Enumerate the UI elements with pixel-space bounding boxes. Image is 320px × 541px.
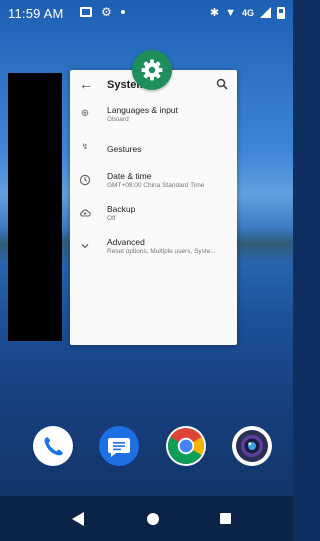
signal-icon [260,7,271,18]
system-icons: ✱ ▼ 4G [210,6,285,19]
network-type-label: 4G [241,7,254,18]
gear-icon: ⚙ [101,5,112,19]
search-icon[interactable] [216,78,228,90]
chrome-icon [167,428,205,465]
wifi-icon: ▼ [225,6,236,19]
phone-icon [44,437,63,456]
item-title: Date & time [107,171,152,181]
chrome-app-icon[interactable] [166,426,206,466]
clock-icon [79,174,91,186]
list-item-gestures[interactable]: ↯ Gestures [70,133,237,166]
item-subtitle: Off [107,215,116,222]
item-subtitle: Gboard [107,116,129,123]
status-bar: 11:59 AM ⚙ ✱ ▼ 4G [0,0,293,28]
battery-icon [277,6,285,19]
recent-app-card-system[interactable]: ← System ⊕ Languages & input Gboard ↯ Ge… [70,70,237,345]
phone-app-icon[interactable] [33,426,73,466]
settings-gear-icon [141,59,163,81]
recents-button[interactable] [220,513,231,524]
list-item-backup[interactable]: Backup Off [70,199,237,232]
camera-app-icon[interactable] [232,426,272,466]
item-title: Backup [107,204,136,214]
gestures-icon: ↯ [81,142,89,151]
back-button[interactable] [72,512,84,526]
home-button[interactable] [147,513,159,525]
notification-icons: ⚙ [80,6,125,18]
chevron-down-icon [81,244,89,249]
settings-app-badge[interactable] [132,50,172,90]
cloud-backup-icon [80,209,91,217]
navigation-bar [0,496,293,541]
messages-icon [108,438,130,457]
messages-app-icon[interactable] [99,426,139,466]
list-item-date-time[interactable]: Date & time GMT+08:00 China Standard Tim… [70,166,237,199]
dot-icon [120,10,125,14]
back-arrow-icon[interactable]: ← [79,77,93,91]
status-time: 11:59 AM [8,6,64,21]
list-item-advanced[interactable]: Advanced Reset options, Multiple users, … [70,232,237,265]
settings-list: ⊕ Languages & input Gboard ↯ Gestures Da… [70,100,237,265]
recent-app-card-left[interactable] [8,73,62,341]
item-subtitle: GMT+08:00 China Standard Time [107,182,205,189]
item-title: Languages & input [107,105,178,115]
camera-icon [236,430,268,462]
dock [0,426,293,470]
item-title: Advanced [107,237,145,247]
globe-icon: ⊕ [80,108,90,119]
item-title: Gestures [107,144,142,154]
image-icon [80,7,92,17]
item-subtitle: Reset options, Multiple users, Syste... [107,248,216,255]
bluetooth-icon: ✱ [209,7,220,19]
list-item-languages[interactable]: ⊕ Languages & input Gboard [70,100,237,133]
